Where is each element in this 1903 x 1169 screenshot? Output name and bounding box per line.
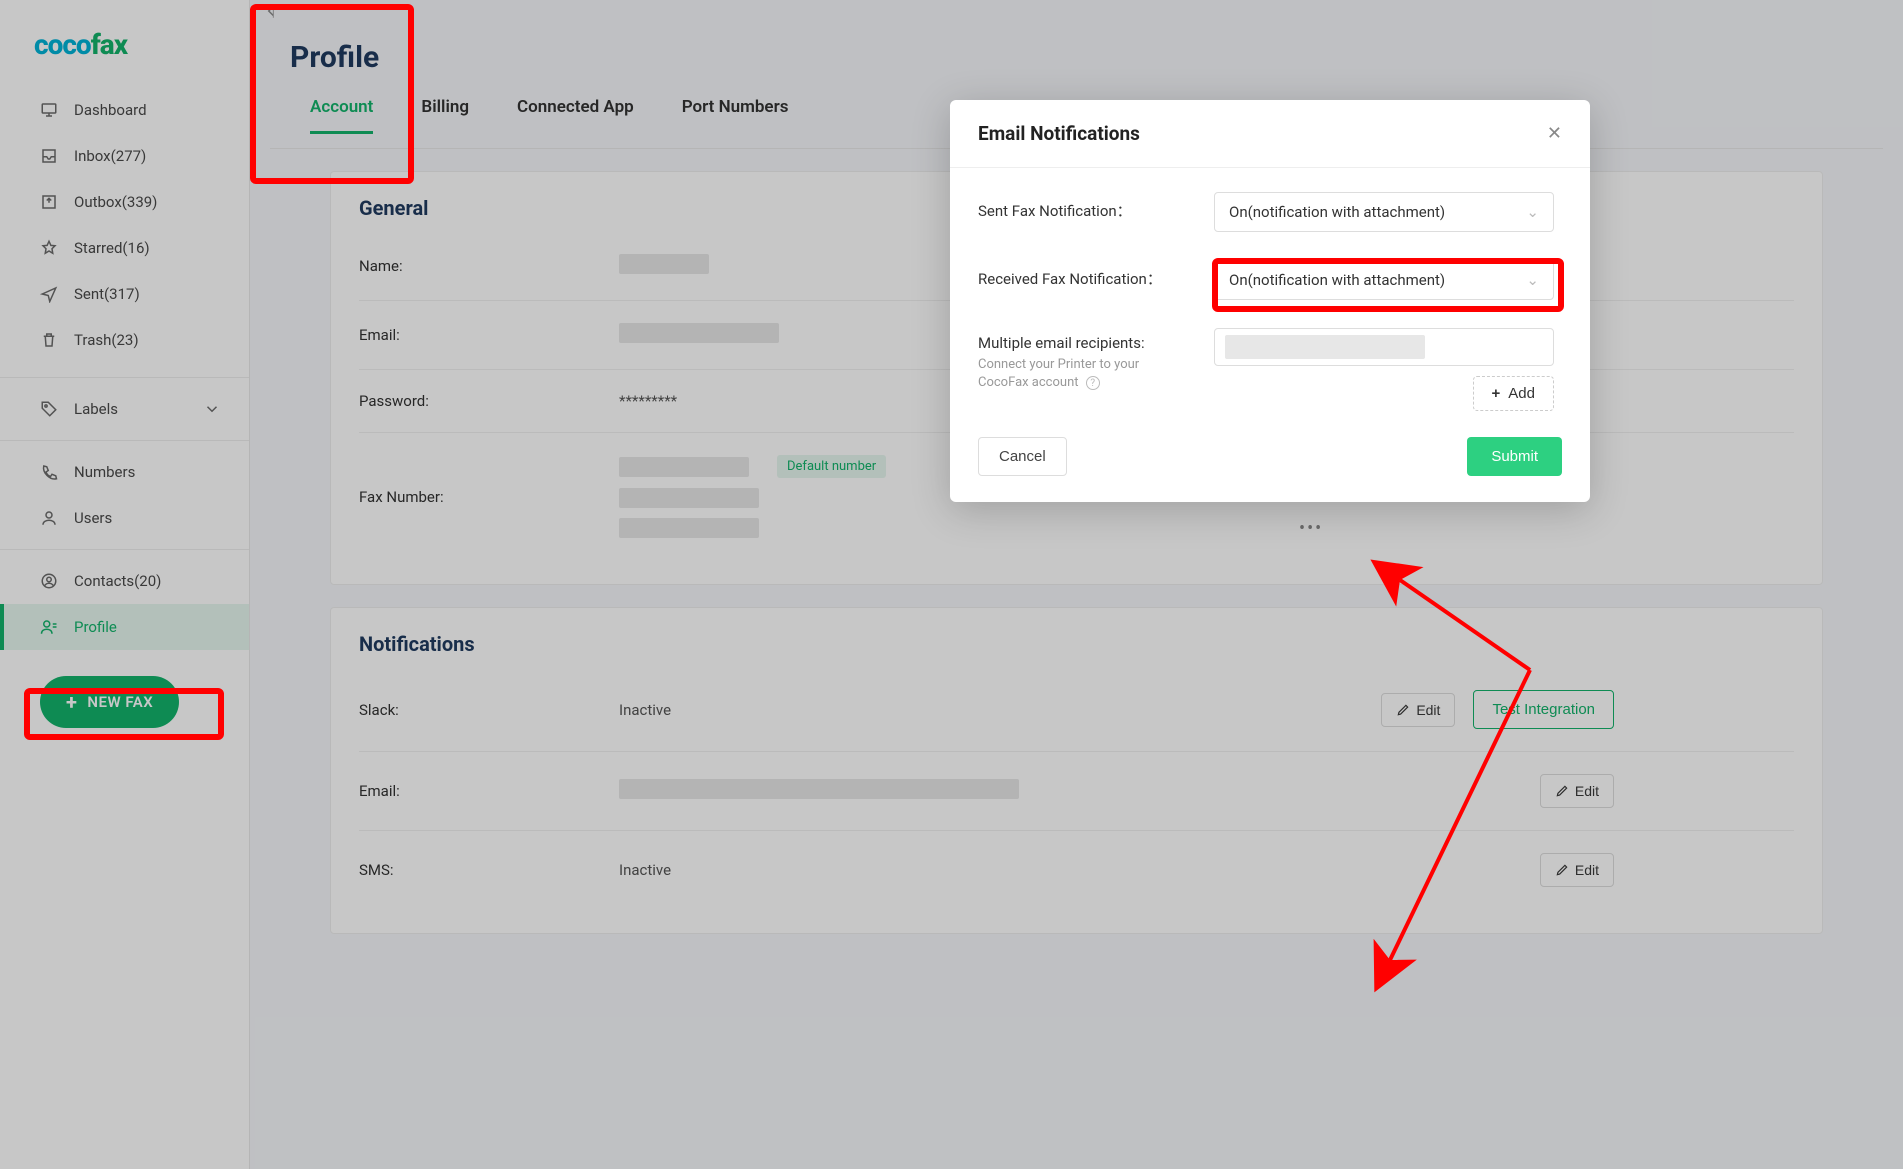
- chevron-down-icon: ⌄: [1526, 271, 1539, 289]
- sent-notif-value: On(notification with attachment): [1229, 203, 1445, 221]
- recipients-input[interactable]: [1214, 328, 1554, 366]
- recipients-help-1: Connect your Printer to your: [978, 357, 1139, 372]
- add-label: Add: [1508, 385, 1535, 402]
- sent-notif-label: Sent Fax Notification：: [978, 192, 1198, 221]
- modal-title: Email Notifications: [978, 122, 1140, 145]
- received-notif-value: On(notification with attachment): [1229, 271, 1445, 289]
- close-icon: ✕: [1547, 123, 1562, 143]
- submit-button[interactable]: Submit: [1467, 437, 1562, 476]
- modal-body: Sent Fax Notification： On(notification w…: [950, 168, 1590, 427]
- help-icon[interactable]: ?: [1086, 376, 1100, 390]
- row-recipients: Multiple email recipients: Connect your …: [978, 328, 1562, 411]
- email-notifications-modal: Email Notifications ✕ Sent Fax Notificat…: [950, 100, 1590, 502]
- received-notif-label: Received Fax Notification：: [978, 260, 1198, 289]
- recipients-help-2: CocoFax account: [978, 375, 1079, 390]
- row-sent-notif: Sent Fax Notification： On(notification w…: [978, 192, 1562, 232]
- modal-close-button[interactable]: ✕: [1547, 123, 1562, 144]
- submit-label: Submit: [1491, 448, 1538, 465]
- recipient-chip-redacted: [1225, 335, 1425, 359]
- add-recipient-button[interactable]: + Add: [1473, 376, 1554, 411]
- sent-notif-select[interactable]: On(notification with attachment) ⌄: [1214, 192, 1554, 232]
- recipients-label: Multiple email recipients:: [978, 328, 1198, 352]
- received-notif-select[interactable]: On(notification with attachment) ⌄: [1214, 260, 1554, 300]
- chevron-down-icon: ⌄: [1526, 203, 1539, 221]
- plus-icon: +: [1492, 385, 1501, 402]
- cancel-button[interactable]: Cancel: [978, 437, 1067, 476]
- cancel-label: Cancel: [999, 448, 1046, 465]
- modal-footer: Cancel Submit: [950, 427, 1590, 502]
- recipients-help: Connect your Printer to your CocoFax acc…: [978, 356, 1198, 392]
- modal-header: Email Notifications ✕: [950, 100, 1590, 168]
- row-received-notif: Received Fax Notification： On(notificati…: [978, 260, 1562, 300]
